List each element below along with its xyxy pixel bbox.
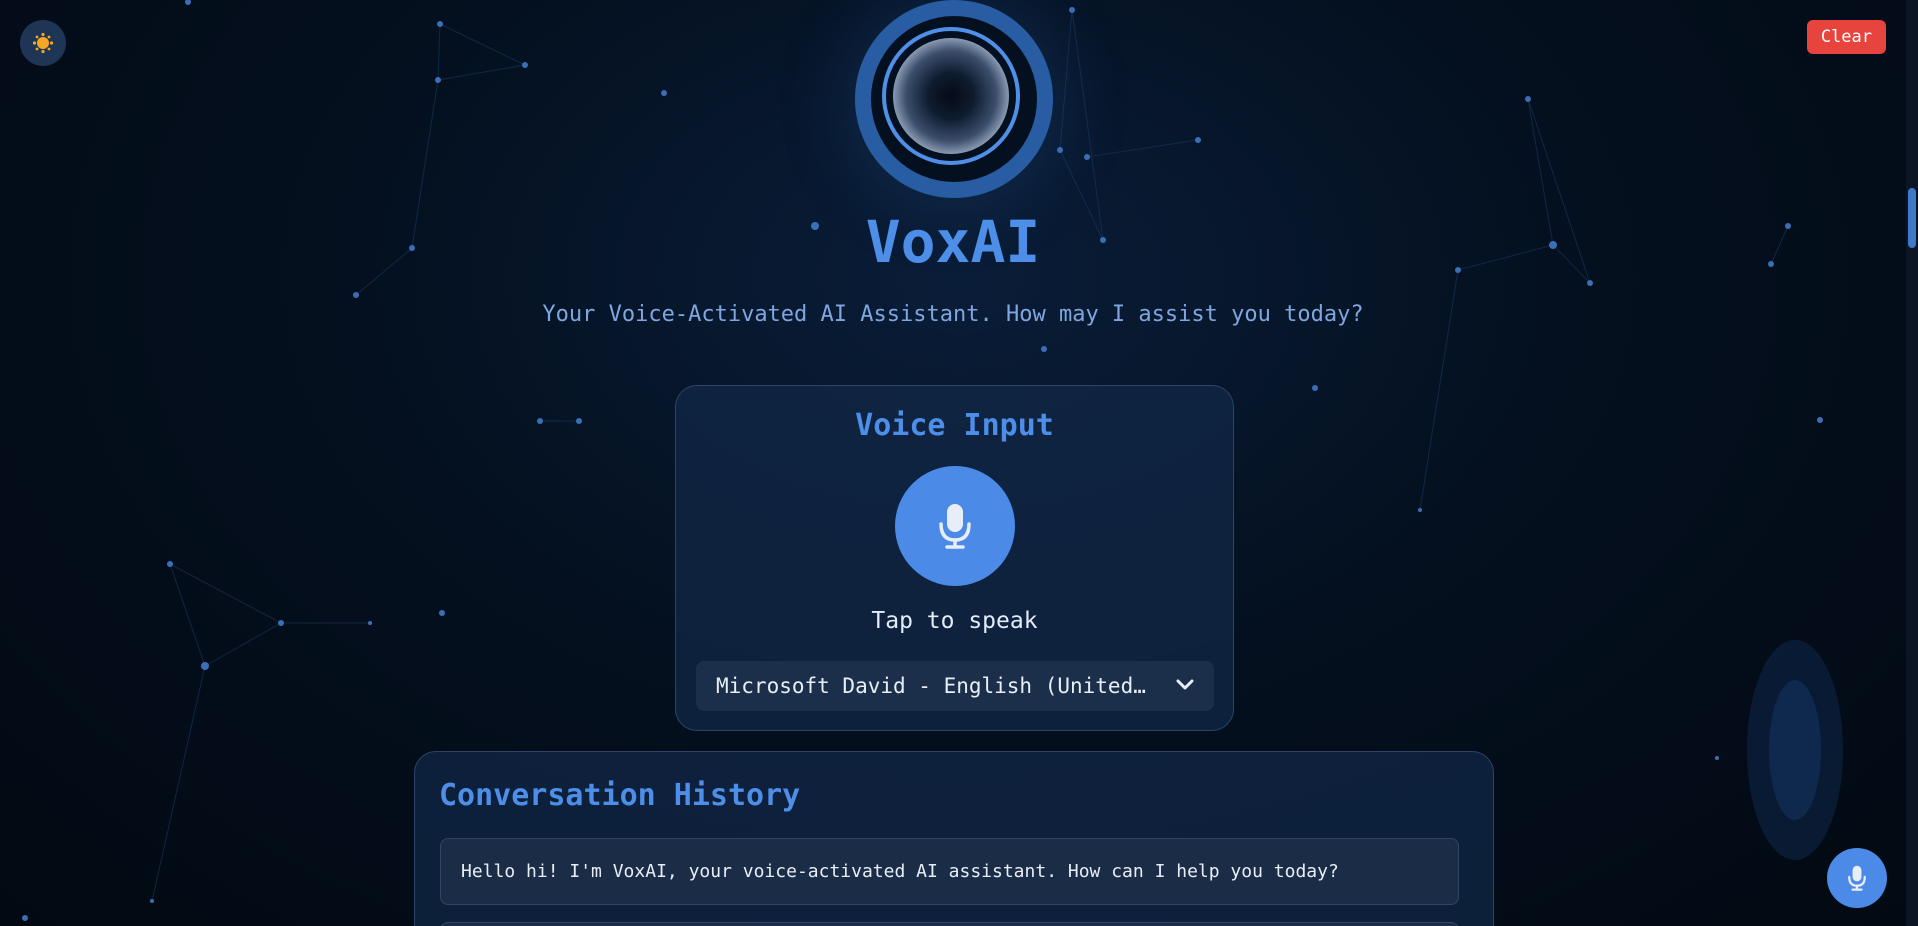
microphone-button[interactable]	[895, 466, 1015, 586]
voice-input-title: Voice Input	[855, 408, 1054, 443]
clear-button[interactable]: Clear	[1806, 20, 1886, 54]
chevron-down-icon	[1176, 679, 1194, 690]
orb-ring	[871, 16, 1037, 182]
page-scrollbar[interactable]	[1906, 0, 1918, 926]
voice-select[interactable]: Microsoft David - English (United States…	[696, 661, 1214, 711]
app-page: Clear VoxAI Your Voice-Activated AI Assi…	[0, 0, 1918, 926]
microphone-icon	[1848, 865, 1866, 891]
conversation-history-card: Conversation History Hello hi! I'm VoxAI…	[414, 751, 1494, 926]
voice-input-card: Voice Input Tap to speak Microsoft David…	[675, 385, 1234, 731]
conversation-history-title: Conversation History	[439, 778, 801, 813]
theme-toggle-button[interactable]	[20, 20, 66, 66]
floating-mic-button[interactable]	[1827, 848, 1887, 908]
orb-core	[893, 38, 1009, 154]
app-subtitle: Your Voice-Activated AI Assistant. How m…	[542, 302, 1364, 327]
orb-inner-ring	[882, 27, 1020, 165]
sun-icon	[32, 32, 54, 54]
scrollbar-thumb[interactable]	[1908, 188, 1916, 248]
voice-orb	[855, 0, 1053, 198]
voice-select-value: Microsoft David - English (United States…	[716, 674, 1214, 698]
app-title: VoxAI	[865, 208, 1041, 276]
microphone-icon	[939, 504, 971, 549]
message-bubble	[440, 922, 1459, 926]
message-bubble: Hello hi! I'm VoxAI, your voice-activate…	[440, 838, 1459, 905]
tap-to-speak-label: Tap to speak	[871, 608, 1038, 634]
